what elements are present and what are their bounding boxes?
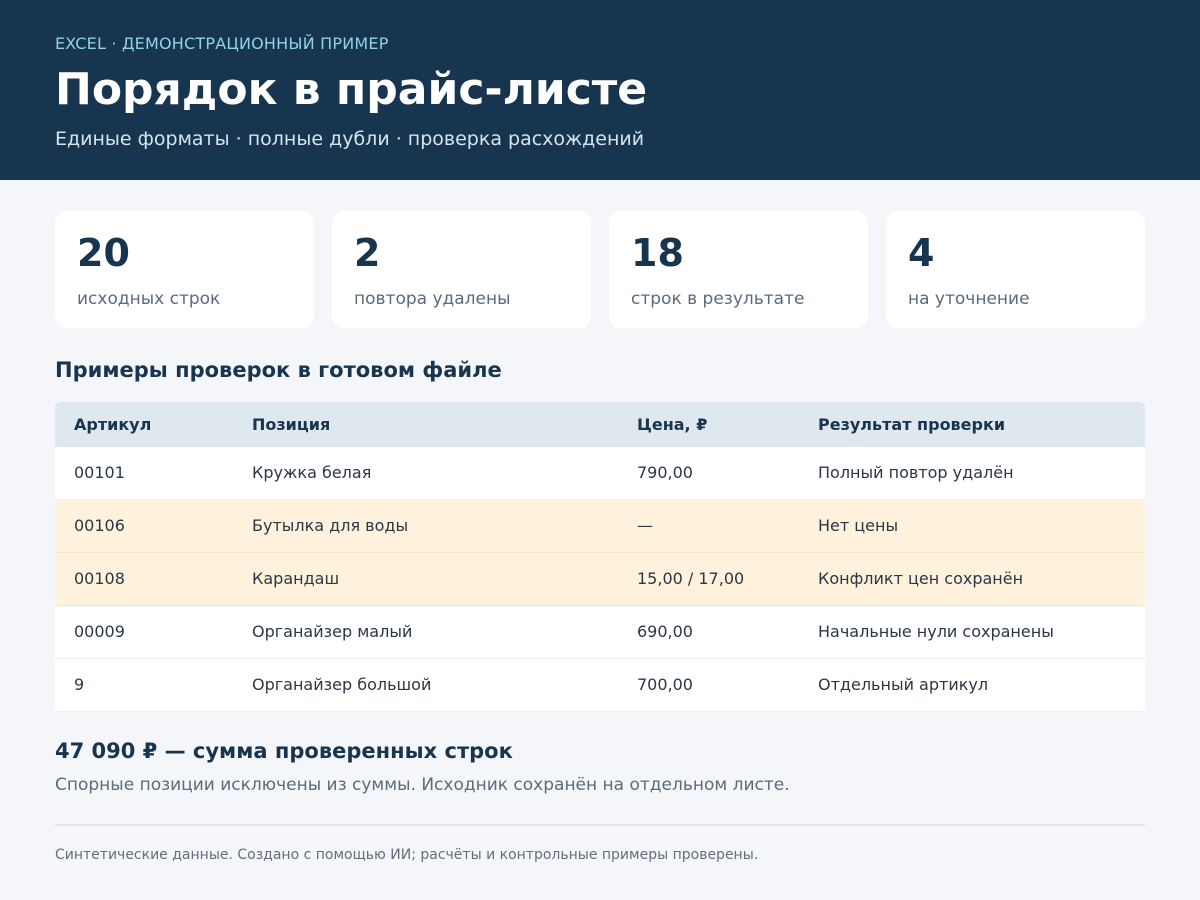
section-title: Примеры проверок в готовом файле (55, 358, 502, 382)
kpi-row: 20 исходных строк 2 повтора удалены 18 с… (55, 211, 1145, 328)
footer-note: Синтетические данные. Создано с помощью … (55, 847, 759, 863)
kpi-card-result-rows: 18 строк в результате (609, 211, 868, 328)
kpi-value: 20 (77, 231, 130, 275)
kpi-card-to-clarify: 4 на уточнение (886, 211, 1145, 328)
column-header-item: Позиция (252, 415, 331, 434)
table-row: 00108 Карандаш 15,00 / 17,00 Конфликт це… (55, 553, 1145, 606)
table-row: 00009 Органайзер малый 690,00 Начальные … (55, 606, 1145, 659)
cell-sku: 00009 (74, 622, 125, 641)
page-title: Порядок в прайс-листе (55, 64, 648, 115)
kpi-value: 18 (631, 231, 684, 275)
page-subtitle: Единые форматы · полные дубли · проверка… (55, 128, 645, 150)
cell-price: — (637, 516, 653, 535)
cell-sku: 9 (74, 675, 85, 694)
kpi-label: строк в результате (631, 289, 805, 309)
kpi-card-source-rows: 20 исходных строк (55, 211, 314, 328)
table-row: 00101 Кружка белая 790,00 Полный повтор … (55, 447, 1145, 500)
column-header-price: Цена, ₽ (637, 415, 708, 434)
cell-result: Конфликт цен сохранён (818, 569, 1024, 588)
cell-item: Кружка белая (252, 463, 372, 482)
cell-item: Бутылка для воды (252, 516, 409, 535)
kpi-label: исходных строк (77, 289, 221, 309)
cell-item: Карандаш (252, 569, 340, 588)
kpi-value: 4 (908, 231, 935, 275)
cell-sku: 00108 (74, 569, 125, 588)
header-banner: EXCEL · ДЕМОНСТРАЦИОННЫЙ ПРИМЕР Порядок … (0, 0, 1200, 180)
table-row: 9 Органайзер большой 700,00 Отдельный ар… (55, 659, 1145, 712)
checks-table: Артикул Позиция Цена, ₽ Результат провер… (55, 402, 1145, 712)
cell-price: 790,00 (637, 463, 693, 482)
table-row: 00106 Бутылка для воды — Нет цены (55, 500, 1145, 553)
kpi-label: повтора удалены (354, 289, 511, 309)
cell-result: Начальные нули сохранены (818, 622, 1054, 641)
kpi-label: на уточнение (908, 289, 1030, 309)
column-header-sku: Артикул (74, 415, 152, 434)
eyebrow-label: EXCEL · ДЕМОНСТРАЦИОННЫЙ ПРИМЕР (55, 34, 389, 53)
cell-sku: 00101 (74, 463, 125, 482)
kpi-card-duplicates-removed: 2 повтора удалены (332, 211, 591, 328)
kpi-value: 2 (354, 231, 381, 275)
total-summary: 47 090 ₽ — сумма проверенных строк (55, 739, 513, 763)
summary-note: Спорные позиции исключены из суммы. Исхо… (55, 775, 790, 795)
divider (55, 824, 1145, 826)
cell-result: Отдельный артикул (818, 675, 989, 694)
cell-result: Нет цены (818, 516, 899, 535)
cell-price: 15,00 / 17,00 (637, 569, 745, 588)
column-header-result: Результат проверки (818, 415, 1006, 434)
cell-sku: 00106 (74, 516, 125, 535)
cell-item: Органайзер малый (252, 622, 413, 641)
cell-price: 690,00 (637, 622, 693, 641)
table-header: Артикул Позиция Цена, ₽ Результат провер… (55, 402, 1145, 447)
cell-result: Полный повтор удалён (818, 463, 1014, 482)
cell-item: Органайзер большой (252, 675, 432, 694)
cell-price: 700,00 (637, 675, 693, 694)
